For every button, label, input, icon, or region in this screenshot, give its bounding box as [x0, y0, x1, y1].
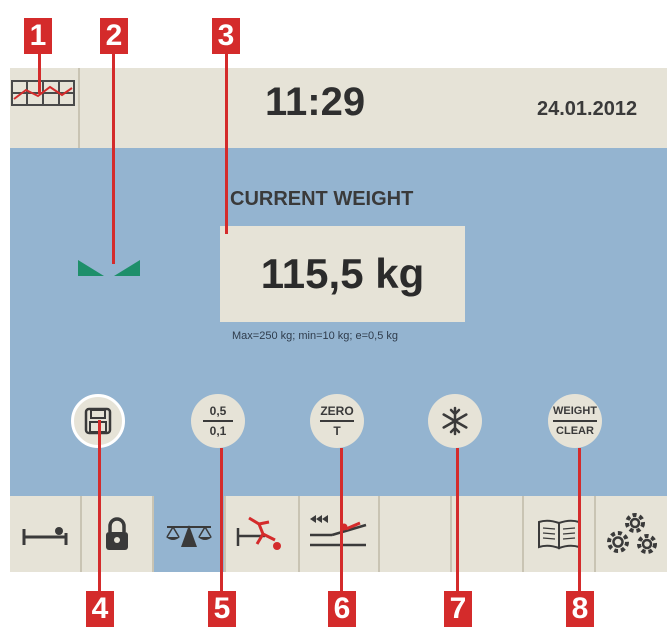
toolbar-fall-alarm[interactable] — [226, 496, 300, 572]
callout-line-7 — [456, 448, 459, 592]
weight-title: CURRENT WEIGHT — [230, 188, 414, 210]
clear-label: CLEAR — [556, 425, 594, 437]
tare-label: T — [333, 424, 341, 438]
callout-line-3 — [225, 54, 228, 234]
gears-icon — [606, 513, 657, 554]
callout-6: 6 — [328, 591, 356, 627]
toolbar-settings[interactable] — [596, 496, 667, 572]
snowflake-icon — [442, 406, 468, 436]
toolbar-empty-slot-2 — [452, 496, 524, 572]
callout-3: 3 — [212, 18, 240, 54]
callout-line-2 — [112, 54, 115, 264]
weight-label: WEIGHT — [553, 404, 597, 422]
callout-line-8 — [578, 448, 581, 592]
weight-clear-button[interactable]: WEIGHT CLEAR — [548, 394, 602, 448]
toolbar-empty-slot-1 — [380, 496, 452, 572]
weight-specs: Max=250 kg; min=10 kg; e=0,5 kg — [232, 330, 399, 342]
resolution-button[interactable]: 0,5 0,1 — [191, 394, 245, 448]
zero-tare-button[interactable]: ZERO T — [310, 394, 364, 448]
green-triangles-zero-icon — [78, 260, 140, 276]
bed-exit-icon — [310, 515, 367, 547]
toolbar-weighing[interactable] — [154, 496, 226, 572]
book-icon — [538, 519, 580, 550]
top-bar: 11:29 24.01.2012 — [10, 68, 667, 148]
zero-label: ZERO — [320, 404, 354, 422]
patient-fall-alarm-icon — [236, 516, 281, 550]
bed-patient-icon — [22, 527, 68, 545]
date: 24.01.2012 — [537, 98, 638, 120]
callout-7: 7 — [444, 591, 472, 627]
resolution-bottom-label: 0,1 — [209, 424, 227, 438]
scale-balance-icon — [166, 525, 212, 547]
scale-screen: 11:29 24.01.2012 CURRENT WEIGHT 115,5 kg… — [10, 68, 667, 572]
freeze-button[interactable] — [428, 394, 482, 448]
callout-line-5 — [220, 448, 223, 592]
weight-value: 115,5 kg — [260, 250, 425, 297]
callout-2: 2 — [100, 18, 128, 54]
callout-1: 1 — [24, 18, 52, 54]
callout-line-4 — [98, 420, 101, 592]
callout-8: 8 — [566, 591, 594, 627]
bar-chart-grid-icon — [11, 80, 75, 106]
toolbar-manual[interactable] — [524, 496, 596, 572]
callout-5: 5 — [208, 591, 236, 627]
bottom-toolbar — [10, 496, 667, 572]
resolution-top-label: 0,5 — [203, 404, 233, 422]
weight-display: 115,5 kg — [220, 226, 465, 322]
callout-4: 4 — [86, 591, 114, 627]
callout-line-1 — [38, 54, 41, 94]
toolbar-bed[interactable] — [10, 496, 82, 572]
toolbar-lock[interactable] — [82, 496, 154, 572]
clock: 11:29 — [265, 80, 366, 124]
callout-line-6 — [340, 448, 343, 592]
lock-icon — [106, 517, 128, 550]
chart-button[interactable] — [10, 68, 80, 148]
